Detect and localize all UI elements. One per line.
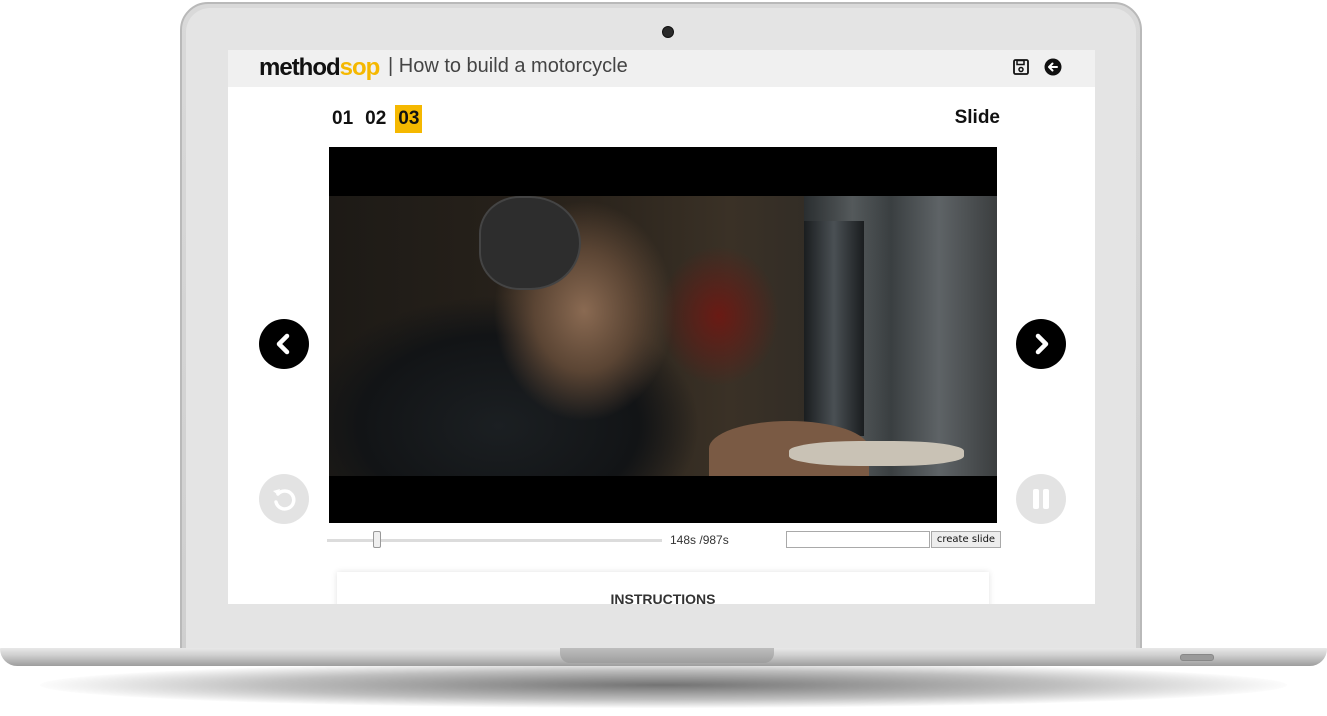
slide-mode-label[interactable]: Slide bbox=[928, 107, 1000, 129]
instructions-title: INSTRUCTIONS bbox=[610, 591, 716, 604]
laptop-notch bbox=[560, 648, 774, 663]
pause-icon bbox=[1033, 489, 1049, 509]
laptop-indicator bbox=[1180, 654, 1214, 661]
progress-slider-thumb[interactable] bbox=[373, 531, 382, 548]
step-03[interactable]: 03 bbox=[395, 105, 423, 133]
back-arrow-icon[interactable] bbox=[1044, 58, 1062, 76]
app-header: methodsop | How to build a motorcycle bbox=[228, 50, 1095, 87]
video-scene-detail bbox=[789, 441, 964, 466]
page-title: | How to build a motorcycle bbox=[388, 55, 628, 77]
previous-button[interactable] bbox=[259, 319, 309, 369]
create-slide-button[interactable]: create slide bbox=[931, 531, 1001, 548]
save-icon[interactable] bbox=[1012, 58, 1030, 76]
step-02[interactable]: 02 bbox=[362, 105, 389, 133]
chevron-left-icon bbox=[276, 333, 290, 355]
slide-name-input[interactable] bbox=[786, 531, 930, 548]
logo-accent: sop bbox=[339, 54, 381, 81]
chevron-right-icon bbox=[1035, 333, 1049, 355]
video-frame bbox=[329, 196, 997, 476]
video-player[interactable] bbox=[329, 147, 997, 523]
time-display: 148s /987s bbox=[670, 533, 729, 547]
video-scene-detail bbox=[479, 196, 581, 290]
video-scene-detail bbox=[804, 221, 864, 436]
next-button[interactable] bbox=[1016, 319, 1066, 369]
app-screen: methodsop | How to build a motorcycle 01… bbox=[228, 50, 1095, 604]
pause-button[interactable] bbox=[1016, 474, 1066, 524]
logo-main: method bbox=[259, 54, 341, 81]
webcam bbox=[662, 26, 674, 38]
replay-button[interactable] bbox=[259, 474, 309, 524]
logo[interactable]: methodsop bbox=[259, 54, 381, 82]
step-tabs: 01 02 03 bbox=[329, 105, 423, 133]
step-01[interactable]: 01 bbox=[329, 105, 356, 133]
laptop-shadow bbox=[40, 662, 1287, 708]
replay-icon bbox=[273, 489, 296, 511]
instructions-panel: INSTRUCTIONS bbox=[337, 572, 989, 604]
